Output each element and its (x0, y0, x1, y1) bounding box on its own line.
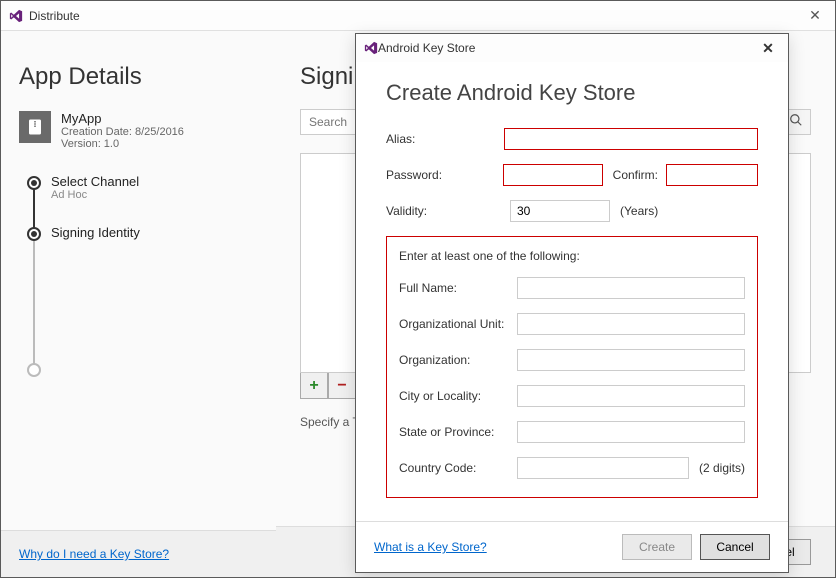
fullname-row: Full Name: (399, 277, 745, 299)
add-identity-button[interactable]: + (300, 373, 328, 399)
password-row: Password: Confirm: (386, 164, 758, 186)
remove-identity-button[interactable]: − (328, 373, 356, 399)
state-row: State or Province: (399, 421, 745, 443)
step-label: Select Channel (51, 174, 139, 189)
step-connector (33, 232, 35, 376)
modal-title: Android Key Store (378, 41, 756, 55)
main-titlebar: Distribute ✕ (1, 1, 835, 31)
password-label: Password: (386, 168, 503, 182)
modal-body: Create Android Key Store Alias: Password… (356, 62, 788, 521)
step-dot-icon (27, 176, 41, 190)
app-created: Creation Date: 8/25/2016 (61, 126, 184, 138)
confirm-label: Confirm: (613, 168, 658, 182)
modal-close-icon[interactable]: ✕ (756, 40, 780, 57)
city-label: City or Locality: (399, 389, 517, 403)
visual-studio-icon (9, 9, 23, 23)
step-dot-icon (27, 363, 41, 377)
org-row: Organization: (399, 349, 745, 371)
org-label: Organization: (399, 353, 517, 367)
city-input[interactable] (517, 385, 745, 407)
orgunit-row: Organizational Unit: (399, 313, 745, 335)
country-row: Country Code: (2 digits) (399, 457, 745, 479)
app-info: MyApp Creation Date: 8/25/2016 Version: … (19, 111, 258, 150)
state-label: State or Province: (399, 425, 517, 439)
create-button[interactable]: Create (622, 534, 692, 560)
confirm-password-input[interactable] (666, 164, 758, 186)
validity-row: Validity: (Years) (386, 200, 758, 222)
validity-suffix: (Years) (620, 204, 658, 218)
step-dot-icon (27, 227, 41, 241)
app-name: MyApp (61, 111, 184, 126)
country-label: Country Code: (399, 461, 517, 475)
required-group: Enter at least one of the following: Ful… (386, 236, 758, 498)
visual-studio-icon (364, 41, 378, 55)
country-suffix: (2 digits) (699, 461, 745, 475)
app-version: Version: 1.0 (61, 138, 184, 150)
alias-input[interactable] (504, 128, 758, 150)
app-archive-icon (19, 111, 51, 143)
city-row: City or Locality: (399, 385, 745, 407)
step-select-channel[interactable]: Select Channel Ad Hoc (27, 174, 258, 201)
keystore-help-link[interactable]: Why do I need a Key Store? (19, 547, 169, 561)
password-input[interactable] (503, 164, 603, 186)
modal-footer: What is a Key Store? Create Cancel (356, 521, 788, 572)
validity-label: Validity: (386, 204, 510, 218)
step-signing-identity[interactable]: Signing Identity (27, 225, 258, 241)
keystore-info-link[interactable]: What is a Key Store? (374, 540, 614, 554)
country-input[interactable] (517, 457, 689, 479)
fullname-input[interactable] (517, 277, 745, 299)
org-input[interactable] (517, 349, 745, 371)
state-input[interactable] (517, 421, 745, 443)
sidebar: App Details MyApp Creation Date: 8/25/20… (1, 31, 276, 577)
app-meta: MyApp Creation Date: 8/25/2016 Version: … (61, 111, 184, 150)
main-window-title: Distribute (29, 9, 803, 23)
sidebar-heading: App Details (19, 63, 258, 91)
alias-row: Alias: (386, 128, 758, 150)
search-icon (789, 113, 803, 132)
orgunit-input[interactable] (517, 313, 745, 335)
steps: Select Channel Ad Hoc Signing Identity (27, 174, 258, 377)
orgunit-label: Organizational Unit: (399, 317, 517, 331)
modal-heading: Create Android Key Store (386, 80, 758, 106)
step-sublabel: Ad Hoc (51, 189, 139, 201)
main-close-icon[interactable]: ✕ (803, 7, 827, 24)
alias-label: Alias: (386, 132, 504, 146)
modal-cancel-button[interactable]: Cancel (700, 534, 770, 560)
validity-input[interactable] (510, 200, 610, 222)
fullname-label: Full Name: (399, 281, 517, 295)
step-label: Signing Identity (51, 225, 140, 240)
sidebar-footer: Why do I need a Key Store? (1, 530, 276, 577)
step-future (27, 361, 258, 377)
modal-titlebar: Android Key Store ✕ (356, 34, 788, 62)
group-intro: Enter at least one of the following: (399, 249, 745, 263)
android-keystore-dialog: Android Key Store ✕ Create Android Key S… (355, 33, 789, 573)
